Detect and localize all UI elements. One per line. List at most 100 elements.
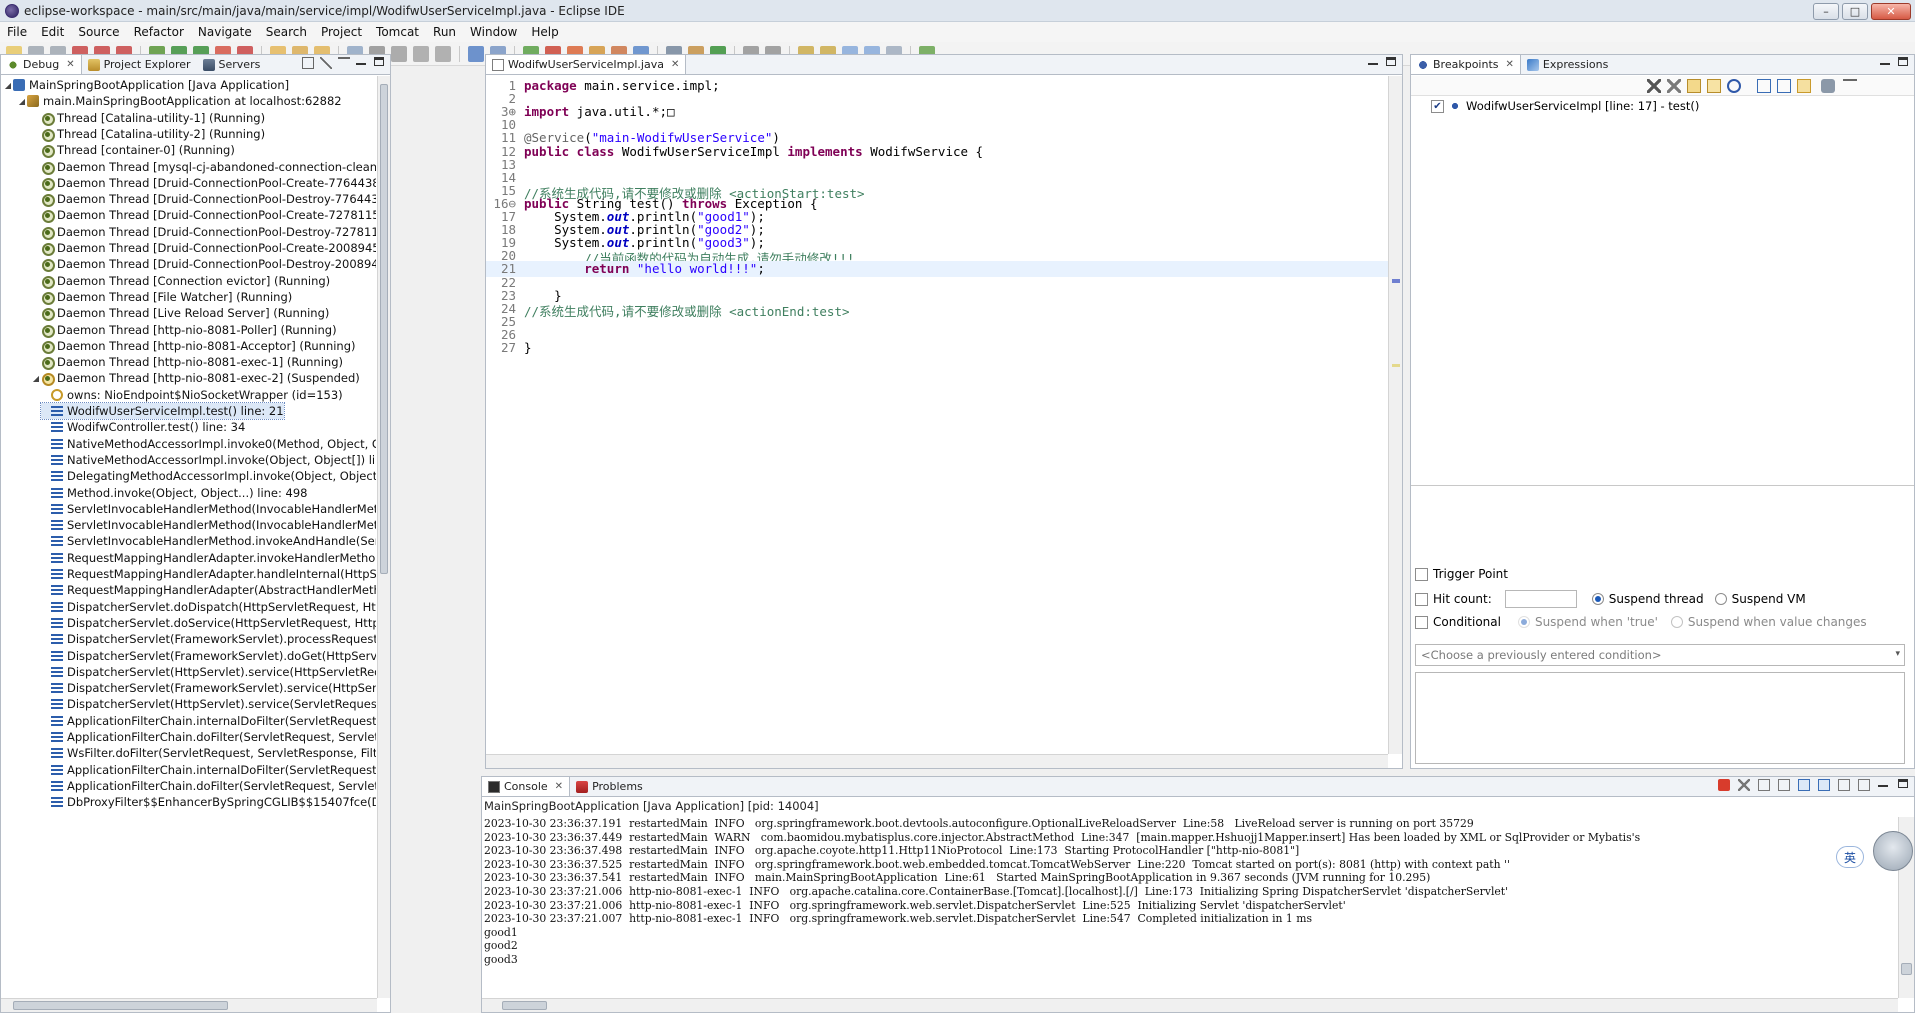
close-editor-tab-icon[interactable]: ✕	[671, 59, 679, 70]
view-menu-icon[interactable]	[338, 57, 350, 69]
hit-count-input[interactable]	[1504, 590, 1577, 608]
go-to-file-icon[interactable]	[1707, 79, 1721, 93]
menu-run[interactable]: Run	[426, 25, 463, 39]
remove-breakpoint-icon[interactable]	[1647, 79, 1661, 93]
maximize-view-icon[interactable]	[374, 57, 386, 69]
thread-row[interactable]: Thread [Catalina-utility-2] (Running)	[31, 126, 265, 142]
suspend-when-changes-radio[interactable]	[1670, 616, 1683, 628]
tab-servers[interactable]: Servers	[197, 55, 267, 74]
menu-edit[interactable]: Edit	[34, 25, 71, 39]
collapse-all-breakpoints-icon[interactable]	[1777, 79, 1791, 93]
stack-frame-row[interactable]: ApplicationFilterChain.doFilter(ServletR…	[41, 729, 376, 745]
collapse-all-icon[interactable]	[302, 57, 314, 69]
editor-text-area[interactable]: 1 package main.service.impl; 2 3⊕ import jav…	[486, 76, 1402, 754]
stack-frame-row[interactable]: RequestMappingHandlerAdapter.invokeHandl…	[41, 550, 376, 566]
stack-frame-row[interactable]: NativeMethodAccessorImpl.invoke0(Method,…	[41, 436, 376, 452]
console-hscroll-thumb[interactable]	[502, 1001, 547, 1010]
stack-frame-row[interactable]: ServletInvocableHandlerMethod.invokeAndH…	[41, 533, 376, 549]
toolbar-button-icon[interactable]	[413, 45, 429, 62]
stack-frame-row[interactable]: DispatcherServlet(HttpServlet).service(H…	[41, 664, 376, 680]
debug-hscroll-thumb[interactable]	[13, 1001, 228, 1010]
maximize-console-icon[interactable]	[1898, 779, 1910, 791]
close-breakpoints-tab-icon[interactable]: ✕	[1506, 59, 1514, 70]
chevron-down-icon[interactable]: ▾	[1895, 649, 1900, 659]
conditional-option[interactable]: Conditional Suspend when 'true' Suspend …	[1415, 615, 1867, 629]
console-horizontal-scrollbar[interactable]	[482, 998, 1898, 1012]
menu-file[interactable]: File	[0, 25, 34, 39]
thread-row[interactable]: Daemon Thread [Druid-ConnectionPool-Crea…	[31, 175, 376, 191]
condition-history-combo[interactable]: <Choose a previously entered condition> …	[1415, 644, 1905, 666]
maximize-breakpoints-icon[interactable]	[1898, 57, 1910, 69]
maximize-button[interactable]: □	[1842, 3, 1868, 20]
thread-row[interactable]: Daemon Thread [Druid-ConnectionPool-Crea…	[31, 207, 376, 224]
thread-row[interactable]: Daemon Thread [Connection evictor] (Runn…	[31, 273, 330, 289]
stack-frame-row[interactable]: WodifwUserServiceImpl.test() line: 21	[40, 402, 285, 420]
stack-frame-row[interactable]: ServletInvocableHandlerMethod(InvocableH…	[41, 517, 376, 533]
suspend-thread-radio[interactable]	[1591, 593, 1604, 605]
link-with-debug-icon[interactable]	[1797, 79, 1811, 93]
tree-row[interactable]: owns: NioEndpoint$NioSocketWrapper (id=1…	[41, 387, 343, 403]
console-scroll-thumb[interactable]	[1901, 963, 1912, 975]
debug-vertical-scrollbar[interactable]	[377, 76, 390, 998]
tab-console[interactable]: Console ✕	[482, 777, 571, 796]
stack-frame-row[interactable]: ServletInvocableHandlerMethod(InvocableH…	[41, 501, 376, 517]
clear-console-icon[interactable]	[1758, 779, 1770, 791]
conditional-checkbox[interactable]	[1415, 615, 1428, 629]
debug-horizontal-scrollbar[interactable]	[1, 998, 377, 1012]
remove-terminated-icon[interactable]	[320, 57, 332, 69]
menu-navigate[interactable]: Navigate	[191, 25, 259, 39]
thread-row[interactable]: Daemon Thread [Druid-ConnectionPool-Crea…	[31, 240, 376, 256]
minimize-breakpoints-icon[interactable]	[1880, 57, 1892, 69]
word-wrap-icon[interactable]	[1798, 779, 1810, 791]
stack-frame-row[interactable]: WodifwController.test() line: 34	[41, 419, 245, 435]
menu-window[interactable]: Window	[463, 25, 524, 39]
thread-row[interactable]: Daemon Thread [Druid-ConnectionPool-Dest…	[31, 256, 376, 273]
close-window-button[interactable]: ✕	[1871, 3, 1911, 20]
stack-frame-row[interactable]: ApplicationFilterChain.doFilter(ServletR…	[41, 778, 376, 794]
maximize-editor-icon[interactable]	[1386, 57, 1398, 69]
thread-row[interactable]: Thread [Catalina-utility-1] (Running)	[31, 110, 265, 126]
stack-frame-row[interactable]: ApplicationFilterChain.internalDoFilter(…	[41, 762, 376, 778]
breakpoints-view-menu-icon[interactable]	[1843, 79, 1857, 93]
menu-source[interactable]: Source	[71, 25, 126, 39]
thread-row[interactable]: Daemon Thread [http-nio-8081-Poller] (Ru…	[31, 322, 337, 338]
stack-frame-row[interactable]: ApplicationFilterChain.internalDoFilter(…	[41, 713, 376, 729]
pin-console-icon[interactable]	[1818, 779, 1830, 791]
import-export-icon[interactable]	[1821, 79, 1835, 93]
breakpoint-item[interactable]: ✔ WodifwUserServiceImpl [line: 17] - tes…	[1431, 99, 1699, 113]
thread-row[interactable]: Thread [container-0] (Running)	[31, 142, 235, 159]
remove-all-breakpoints-icon[interactable]	[1667, 79, 1681, 93]
toolbar-button-icon[interactable]	[468, 45, 484, 62]
assistant-avatar[interactable]	[1873, 831, 1913, 871]
thread-row[interactable]: Daemon Thread [mysql-cj-abandoned-connec…	[31, 159, 376, 175]
tab-wodifw-user-service-impl[interactable]: WodifwUserServiceImpl.java ✕	[486, 55, 687, 74]
minimize-view-icon[interactable]	[356, 57, 368, 69]
skip-breakpoints-icon[interactable]	[1727, 79, 1741, 93]
expand-toggle-icon[interactable]: ◢	[31, 374, 41, 383]
hit-count-checkbox[interactable]	[1415, 592, 1428, 606]
stack-frame-row[interactable]: DispatcherServlet.doService(HttpServletR…	[41, 615, 376, 631]
stack-frame-row[interactable]: DelegatingMethodAccessorImpl.invoke(Obje…	[41, 468, 376, 484]
thread-row[interactable]: Daemon Thread [Druid-ConnectionPool-Dest…	[31, 191, 376, 208]
remove-launch-icon[interactable]	[1738, 779, 1750, 791]
scroll-lock-icon[interactable]	[1778, 779, 1790, 791]
menu-refactor[interactable]: Refactor	[127, 25, 191, 39]
display-console-icon[interactable]	[1838, 779, 1850, 791]
menu-search[interactable]: Search	[259, 25, 314, 39]
thread-row[interactable]: Daemon Thread [Druid-ConnectionPool-Dest…	[31, 224, 376, 240]
stack-frame-row[interactable]: DispatcherServlet.doDispatch(HttpServlet…	[41, 599, 376, 615]
breakpoint-enabled-checkbox[interactable]: ✔	[1431, 99, 1444, 113]
stack-frame-row[interactable]: DispatcherServlet(FrameworkServlet).proc…	[41, 631, 376, 647]
tab-project-explorer[interactable]: Project Explorer	[82, 55, 197, 74]
stack-frame-row[interactable]: WsFilter.doFilter(ServletRequest, Servle…	[41, 745, 376, 761]
tab-expressions[interactable]: Expressions	[1521, 55, 1614, 74]
menu-tomcat[interactable]: Tomcat	[369, 25, 426, 39]
condition-editor[interactable]	[1415, 672, 1905, 764]
close-console-tab-icon[interactable]: ✕	[555, 781, 563, 792]
editor-vertical-scrollbar[interactable]	[1388, 76, 1402, 754]
stack-frame-row[interactable]: NativeMethodAccessorImpl.invoke(Object, …	[41, 452, 376, 468]
thread-row[interactable]: ◢ Daemon Thread [http-nio-8081-exec-2] (S…	[31, 370, 360, 387]
expand-toggle-icon[interactable]: ◢	[3, 81, 13, 90]
thread-row[interactable]: Daemon Thread [File Watcher] (Running)	[31, 289, 292, 305]
stack-frame-row[interactable]: DispatcherServlet(FrameworkServlet).serv…	[41, 680, 376, 696]
